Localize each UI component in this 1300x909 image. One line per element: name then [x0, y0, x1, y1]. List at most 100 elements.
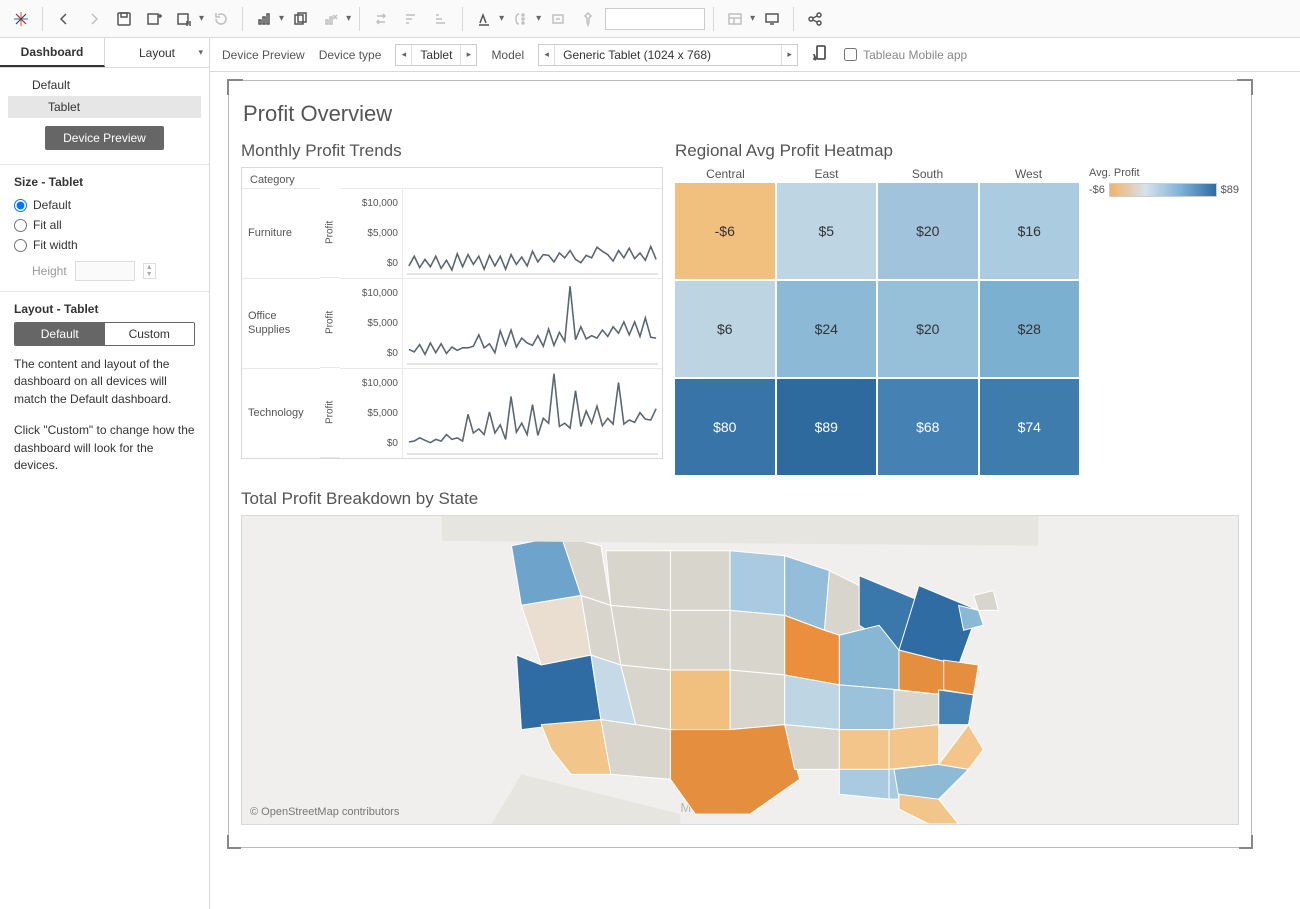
pause-updates-button[interactable] [171, 6, 197, 32]
heat-col-header: Central [675, 167, 776, 181]
logo-icon[interactable] [8, 6, 34, 32]
chevron-left-icon[interactable]: ◂ [396, 45, 412, 65]
heatmap-cell[interactable]: -$6 [675, 183, 775, 279]
dropdown-caret-icon: ▾ [346, 13, 351, 24]
device-item-default[interactable]: Default [8, 74, 201, 96]
height-label: Height [32, 264, 67, 278]
trend-row-name: Office Supplies [242, 278, 320, 368]
highlight-button[interactable] [471, 6, 497, 32]
labels-button[interactable] [545, 6, 571, 32]
presentation-button[interactable] [759, 6, 785, 32]
layout-title: Layout - Tablet [14, 302, 195, 316]
heatmap-cell[interactable]: $5 [777, 183, 877, 279]
sparkline[interactable] [402, 368, 662, 458]
y-ticks: $10,000$5,000$0 [340, 368, 402, 458]
legend-gradient [1109, 183, 1217, 197]
chevron-right-icon[interactable]: ▸ [781, 45, 797, 65]
fit-dropdown-button[interactable] [722, 6, 748, 32]
heatmap-cell[interactable]: $24 [777, 281, 877, 377]
tab-layout[interactable]: Layout ▾ [105, 38, 209, 67]
dropdown-caret-icon: ▾ [536, 13, 541, 24]
map-attribution: © OpenStreetMap contributors [250, 806, 399, 818]
clear-sheet-button[interactable] [318, 6, 344, 32]
save-button[interactable] [111, 6, 137, 32]
chevron-left-icon[interactable]: ◂ [539, 45, 555, 65]
size-title: Size - Tablet [14, 175, 195, 189]
segment-default[interactable]: Default [15, 323, 105, 345]
heatmap-cell[interactable]: $20 [878, 281, 978, 377]
heatmap-worksheet[interactable]: Regional Avg Profit Heatmap CentralEastS… [675, 141, 1239, 475]
heat-col-header: South [877, 167, 978, 181]
trends-title: Monthly Profit Trends [241, 141, 663, 161]
preview-label: Device Preview [222, 48, 305, 62]
tab-dashboard[interactable]: Dashboard [0, 38, 105, 67]
y-axis-label: Profit [320, 368, 340, 458]
chevron-right-icon[interactable]: ▸ [460, 45, 476, 65]
trend-row-name: Technology [242, 368, 320, 458]
pin-button[interactable] [575, 6, 601, 32]
share-button[interactable] [802, 6, 828, 32]
heatmap-legend[interactable]: Avg. Profit -$6 $89 [1089, 167, 1239, 475]
toolbar-search-input[interactable] [605, 8, 705, 30]
tab-layout-label: Layout [139, 46, 175, 60]
y-ticks: $10,000$5,000$0 [340, 188, 402, 278]
device-type-select[interactable]: ◂ Tablet ▸ [395, 44, 477, 66]
device-type-label: Device type [319, 48, 382, 62]
heatmap-cell[interactable]: $74 [980, 379, 1080, 475]
group-button[interactable] [508, 6, 534, 32]
duplicate-sheet-button[interactable] [288, 6, 314, 32]
map-title: Total Profit Breakdown by State [241, 489, 1239, 509]
heat-col-header: East [776, 167, 877, 181]
model-select[interactable]: ◂ Generic Tablet (1024 x 768) ▸ [538, 44, 798, 66]
map-worksheet[interactable]: Total Profit Breakdown by State United S… [241, 489, 1239, 825]
trend-row-name: Furniture [242, 188, 320, 278]
layout-help-2: Click "Custom" to change how the dashboa… [14, 422, 195, 474]
new-worksheet-button[interactable] [251, 6, 277, 32]
sparkline[interactable] [402, 188, 662, 278]
refresh-button[interactable] [208, 6, 234, 32]
dropdown-caret-icon[interactable]: ▾ [499, 13, 504, 24]
y-axis-label: Profit [320, 278, 340, 368]
height-spinner[interactable]: ▲▼ [143, 263, 156, 279]
device-preview-bar: Device Preview Device type ◂ Tablet ▸ Mo… [210, 38, 1300, 72]
heatmap-cell[interactable]: $68 [878, 379, 978, 475]
rotate-button[interactable] [812, 44, 830, 65]
category-header: Category [242, 168, 662, 188]
dropdown-caret-icon: ▾ [750, 13, 755, 24]
forward-button[interactable] [81, 6, 107, 32]
heatmap-cell[interactable]: $20 [878, 183, 978, 279]
height-input[interactable] [75, 261, 135, 281]
sort-asc-button[interactable] [398, 6, 424, 32]
back-button[interactable] [51, 6, 77, 32]
monthly-trends-worksheet[interactable]: Monthly Profit Trends Category Furniture… [241, 141, 663, 475]
dropdown-caret-icon[interactable]: ▾ [199, 13, 204, 24]
dashboard-title: Profit Overview [243, 101, 1239, 127]
sort-desc-button[interactable] [428, 6, 454, 32]
size-fitall-radio[interactable]: Fit all [14, 215, 195, 235]
y-ticks: $10,000$5,000$0 [340, 278, 402, 368]
legend-title: Avg. Profit [1089, 167, 1239, 179]
size-fitwidth-radio[interactable]: Fit width [14, 235, 195, 255]
size-default-radio[interactable]: Default [14, 195, 195, 215]
heat-col-header: West [978, 167, 1079, 181]
device-item-tablet[interactable]: Tablet [8, 96, 201, 118]
top-toolbar: ▾ ▾ ▾ ▾ ▾ ▾ [0, 0, 1300, 38]
mobile-app-checkbox[interactable]: Tableau Mobile app [844, 48, 967, 62]
heatmap-cell[interactable]: $89 [777, 379, 877, 475]
y-axis-label: Profit [320, 188, 340, 278]
heatmap-cell[interactable]: $28 [980, 281, 1080, 377]
sparkline[interactable] [402, 278, 662, 368]
dashboard-sidebar: Dashboard Layout ▾ Default Tablet Device… [0, 38, 210, 909]
new-connection-button[interactable] [141, 6, 167, 32]
swap-button[interactable] [368, 6, 394, 32]
heatmap-cell[interactable]: $80 [675, 379, 775, 475]
legend-min: -$6 [1089, 184, 1105, 196]
heatmap-cell[interactable]: $16 [980, 183, 1080, 279]
heatmap-cell[interactable]: $6 [675, 281, 775, 377]
segment-custom[interactable]: Custom [105, 323, 195, 345]
caret-icon: ▾ [198, 47, 203, 58]
heatmap-title: Regional Avg Profit Heatmap [675, 141, 1239, 161]
layout-segment[interactable]: Default Custom [14, 322, 195, 346]
dropdown-caret-icon[interactable]: ▾ [279, 13, 284, 24]
device-preview-button[interactable]: Device Preview [45, 126, 164, 150]
